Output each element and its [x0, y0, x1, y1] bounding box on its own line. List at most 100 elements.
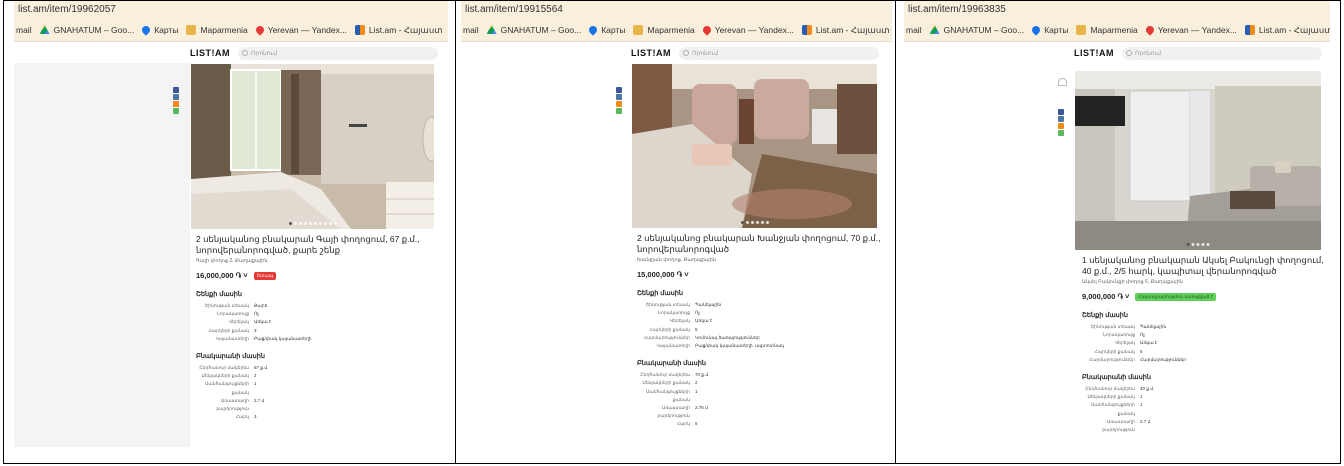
- listing-location[interactable]: Խանջյան փողոց, Քաղաքային: [637, 257, 882, 263]
- site-logo[interactable]: LIST!AM: [1074, 48, 1114, 58]
- bookmark-listam[interactable]: List.am - Հայաստ: [354, 24, 443, 36]
- bookmark-label: GNAHATUM – Goo...: [53, 25, 135, 35]
- pagination-dot[interactable]: [750, 221, 754, 224]
- search-icon: [683, 50, 689, 56]
- pagination-dot[interactable]: [333, 222, 337, 225]
- listing-photo[interactable]: [191, 64, 434, 229]
- listing-photo[interactable]: [632, 64, 877, 228]
- whatsapp-icon[interactable]: [616, 108, 622, 114]
- bookmarks-bar: mail GNAHATUM – Goo... Карты Maparmenia …: [461, 19, 892, 42]
- pagination-dot[interactable]: [760, 221, 764, 224]
- pagination-dot[interactable]: [298, 222, 302, 225]
- address-bar[interactable]: list.am/item/19962057: [14, 1, 448, 19]
- pagination-dot[interactable]: [1191, 243, 1195, 246]
- pagination-dot[interactable]: [1186, 243, 1190, 246]
- pagination-dot[interactable]: [765, 221, 769, 224]
- bookmark-maparmenia[interactable]: Maparmenia: [186, 25, 248, 35]
- vk-icon[interactable]: [173, 94, 179, 100]
- bookmark-label: List.am - Հայաստ: [815, 24, 890, 35]
- search-input[interactable]: Որոնում: [1122, 46, 1322, 60]
- vk-icon[interactable]: [1058, 116, 1064, 122]
- bookmark-mail[interactable]: mail: [906, 25, 922, 35]
- pagination-dot[interactable]: [740, 221, 744, 224]
- attribute-row: Ընդհանուր մակերես 67 ք.մ.: [196, 364, 436, 372]
- whatsapp-icon[interactable]: [1058, 130, 1064, 136]
- attribute-label: Վերելակ: [1114, 340, 1135, 346]
- bookmark-mail[interactable]: mail: [463, 25, 479, 35]
- whatsapp-icon[interactable]: [173, 108, 179, 114]
- building-rows: Շինության տեսակ Պանելային Նորակառույց Ոչ Վ…: [637, 301, 882, 350]
- attribute-value: 5: [695, 421, 698, 427]
- folder-icon: [633, 25, 644, 35]
- attribute-value: Ոչ: [695, 310, 701, 316]
- attribute-label: Վերելակ: [669, 318, 690, 324]
- attribute-label: Հարկերի քանակ: [649, 326, 690, 332]
- attribute-label: Ընդհանուր մակերես: [1085, 386, 1135, 392]
- pagination-dot[interactable]: [1206, 243, 1210, 246]
- facebook-icon[interactable]: [616, 87, 622, 93]
- price-selector[interactable]: 16,000,000 ֏ ˅: [196, 271, 248, 281]
- bookmark-yandex[interactable]: Yerevan — Yandex...: [254, 24, 347, 36]
- bookmark-label: List.am - Հայաստ: [368, 24, 443, 35]
- price-selector[interactable]: 15,000,000 ֏ ˅: [637, 270, 689, 280]
- bookmark-maparmenia[interactable]: Maparmenia: [1076, 25, 1138, 35]
- attribute-row: Ընդհանուր մակերես 70 ք.մ.: [637, 371, 882, 379]
- apartment-rows: Ընդհանուր մակերես 70 ք.մ. Սենյակների քանա…: [637, 371, 882, 428]
- pagination-dot[interactable]: [745, 221, 749, 224]
- listing-location[interactable]: Գայի փողոց 2, Քաղաքային: [196, 258, 436, 264]
- bookmark-maps[interactable]: Карты: [140, 24, 178, 36]
- facebook-icon[interactable]: [1058, 109, 1064, 115]
- pagination-dot[interactable]: [288, 222, 292, 225]
- bookmark-gnahatum[interactable]: GNAHATUM – Goo...: [929, 25, 1024, 35]
- bookmark-gnahatum[interactable]: GNAHATUM – Goo...: [486, 25, 581, 35]
- pagination-dot[interactable]: [323, 222, 327, 225]
- bookmark-gnahatum[interactable]: GNAHATUM – Goo...: [39, 25, 135, 35]
- attribute-label: Սանհանգույցների քանակ: [646, 388, 690, 402]
- facebook-icon[interactable]: [173, 87, 179, 93]
- bookmark-maps[interactable]: Карты: [1030, 24, 1068, 36]
- bookmark-listam[interactable]: List.am - Հայաստ: [1244, 25, 1330, 36]
- odnoklassniki-icon[interactable]: [1058, 123, 1064, 129]
- pagination-dot[interactable]: [293, 222, 297, 225]
- bookmark-maparmenia[interactable]: Maparmenia: [633, 25, 695, 35]
- attribute-value: Ոչ: [1140, 332, 1146, 338]
- listing-photo[interactable]: [1075, 71, 1321, 250]
- pagination-dot[interactable]: [328, 222, 332, 225]
- vk-icon[interactable]: [616, 94, 622, 100]
- bookmark-yandex[interactable]: Yerevan — Yandex...: [1144, 24, 1237, 36]
- site-logo[interactable]: LIST!AM: [631, 48, 671, 58]
- folder-icon: [1076, 25, 1087, 35]
- listing-location[interactable]: Ակսել Բակունցի փողոց 6, Քաղաքային: [1082, 279, 1328, 285]
- attribute-value: Պանելային: [695, 302, 722, 307]
- apartment-rows: Ընդհանուր մակերես 40 ք.մ. Սենյակների քանա…: [1082, 385, 1328, 434]
- address-bar[interactable]: list.am/item/19915564: [461, 1, 892, 19]
- pagination-dot[interactable]: [1196, 243, 1200, 246]
- attribute-label: Նորակառույց: [216, 311, 249, 317]
- address-bar[interactable]: list.am/item/19963835: [904, 1, 1330, 19]
- attribute-row: Առաստաղի բարձրություն 2.7 մ: [196, 397, 436, 413]
- heart-icon[interactable]: [1058, 78, 1067, 86]
- site-logo[interactable]: LIST!AM: [190, 48, 230, 58]
- bookmark-maps[interactable]: Карты: [587, 24, 626, 36]
- attribute-row: Հարմարություններ Հարմարություններ: [1082, 356, 1328, 364]
- bookmark-label: Карты: [601, 25, 626, 35]
- pagination-dot[interactable]: [755, 221, 759, 224]
- search-input[interactable]: Որոնում: [238, 46, 438, 60]
- bookmark-yandex[interactable]: Yerevan — Yandex...: [701, 24, 794, 36]
- pagination-dot[interactable]: [308, 222, 312, 225]
- odnoklassniki-icon[interactable]: [173, 101, 179, 107]
- bookmark-listam[interactable]: List.am - Հայաստ: [801, 24, 890, 36]
- pagination-dot[interactable]: [303, 222, 307, 225]
- odnoklassniki-icon[interactable]: [616, 101, 622, 107]
- pagination-dot[interactable]: [318, 222, 322, 225]
- bookmark-mail[interactable]: mail: [16, 25, 32, 35]
- pagination-dot[interactable]: [313, 222, 317, 225]
- attribute-row: Սենյակների քանակ 1: [1082, 393, 1328, 401]
- bookmarks-bar: mail GNAHATUM – Goo... Карты Maparmenia …: [14, 19, 448, 42]
- search-placeholder: Որոնում: [692, 50, 719, 57]
- pagination-dot[interactable]: [1201, 243, 1205, 246]
- attribute-value: Բաց/փակ կայանատեղի, ավտոտնակ: [695, 343, 785, 349]
- attribute-label: Հարկ: [235, 414, 249, 420]
- search-input[interactable]: Որոնում: [679, 46, 879, 60]
- price-selector[interactable]: 9,000,000 ֏ ˅: [1082, 292, 1129, 302]
